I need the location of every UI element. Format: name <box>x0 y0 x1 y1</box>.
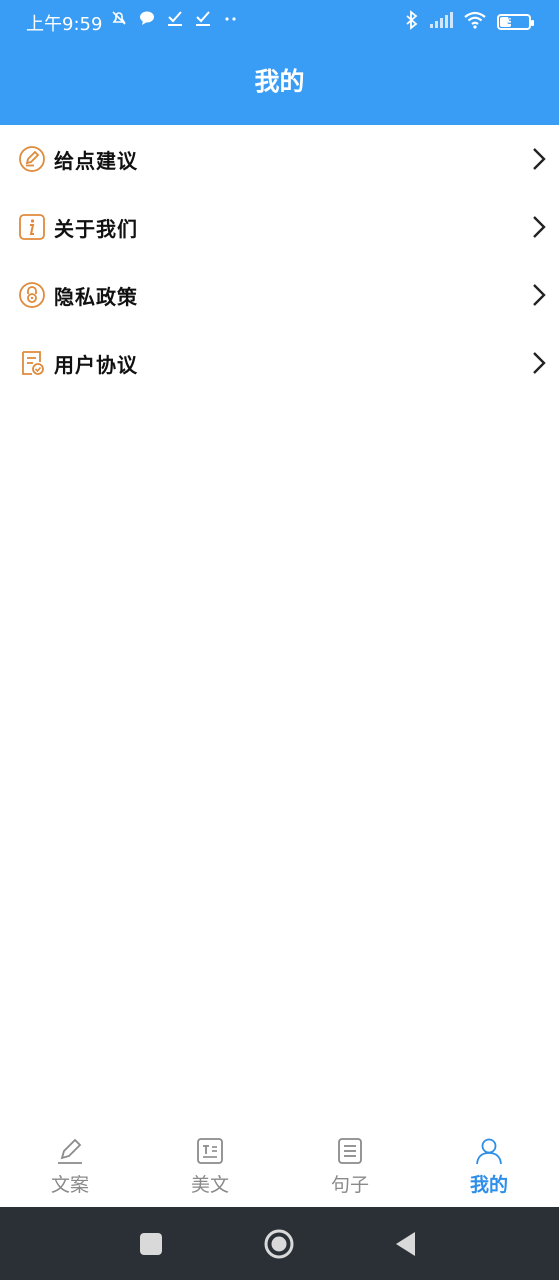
wifi-icon <box>463 11 487 33</box>
app-header: 上午9:59 37 我的 <box>0 0 559 125</box>
check-icon <box>194 9 212 27</box>
page-title: 我的 <box>254 67 305 96</box>
mute-bell-icon <box>110 9 128 27</box>
battery-level: 37 <box>507 16 521 27</box>
status-time: 上午9:59 <box>26 14 103 35</box>
status-bar: 上午9:59 37 <box>0 0 559 42</box>
tab-mine[interactable]: 我的 <box>419 1130 559 1207</box>
bluetooth-icon <box>405 10 419 34</box>
status-right-icons: 37 <box>405 10 534 34</box>
back-icon[interactable] <box>390 1228 422 1260</box>
menu-item-privacy[interactable]: 隐私政策 <box>0 261 559 329</box>
chevron-right-icon <box>533 148 546 170</box>
pencil-icon <box>58 1138 82 1164</box>
system-nav-bar <box>0 1207 559 1280</box>
document-check-icon <box>22 351 44 375</box>
tab-label: 美文 <box>190 1174 229 1196</box>
home-icon[interactable] <box>263 1228 295 1260</box>
menu-item-terms[interactable]: 用户协议 <box>0 329 559 397</box>
tab-sentences[interactable]: 句子 <box>280 1130 420 1207</box>
tab-label: 句子 <box>330 1174 369 1196</box>
list-doc-icon <box>338 1138 362 1164</box>
chevron-right-icon <box>533 284 546 306</box>
bottom-tab-bar: 文案 美文 句子 我的 <box>0 1130 559 1207</box>
menu-item-feedback[interactable]: 给点建议 <box>0 125 559 193</box>
chevron-right-icon <box>533 216 546 238</box>
battery-icon: 37 <box>497 14 534 30</box>
more-dots-icon <box>222 9 240 27</box>
menu-item-label: 用户协议 <box>54 352 138 377</box>
tab-label: 文案 <box>50 1174 89 1196</box>
notification-icons <box>110 9 240 27</box>
person-icon <box>476 1138 502 1165</box>
lock-circle-icon <box>19 282 45 308</box>
signal-icon <box>429 11 453 33</box>
menu-item-label: 给点建议 <box>54 148 138 173</box>
edit-circle-icon <box>19 146 45 172</box>
recent-apps-icon[interactable] <box>135 1228 167 1260</box>
chevron-right-icon <box>533 352 546 374</box>
tab-label: 我的 <box>469 1174 508 1196</box>
menu-item-label: 隐私政策 <box>54 284 138 309</box>
check-icon <box>166 9 184 27</box>
text-box-icon <box>197 1138 223 1164</box>
menu-item-label: 关于我们 <box>54 216 138 241</box>
tab-copywriting[interactable]: 文案 <box>0 1130 140 1207</box>
menu-item-about[interactable]: 关于我们 <box>0 193 559 261</box>
tab-essays[interactable]: 美文 <box>140 1130 280 1207</box>
info-icon <box>19 214 45 240</box>
chat-bubble-icon <box>138 9 156 27</box>
settings-menu: 给点建议 关于我们 隐私政策 用户协议 <box>0 125 559 397</box>
